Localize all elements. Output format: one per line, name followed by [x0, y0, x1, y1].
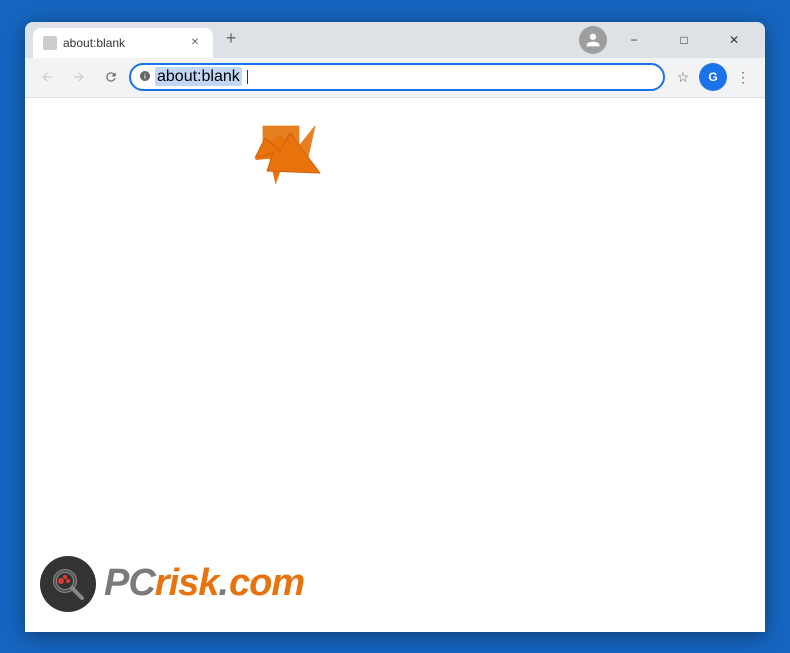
new-tab-button[interactable]: +: [217, 24, 245, 52]
address-text: about:blank: [155, 68, 248, 86]
page-content: PC risk . com: [25, 98, 765, 632]
browser-tab[interactable]: about:blank ✕: [33, 28, 213, 58]
forward-button[interactable]: [65, 63, 93, 91]
address-selected-text: about:blank: [155, 67, 242, 86]
chrome-menu-button[interactable]: ⋮: [729, 63, 757, 91]
address-bar[interactable]: about:blank: [129, 63, 665, 91]
pcrisk-branding: PC risk . com: [40, 556, 304, 612]
com-text: com: [229, 562, 304, 605]
dot-text: .: [218, 562, 229, 605]
tab-favicon: [43, 36, 57, 50]
google-account-button[interactable]: G: [699, 63, 727, 91]
brand-text: PC risk . com: [104, 562, 304, 605]
maximize-button[interactable]: □: [661, 26, 707, 54]
text-cursor: [247, 70, 248, 84]
minimize-button[interactable]: −: [611, 26, 657, 54]
nav-action-buttons: ☆ G ⋮: [669, 63, 757, 91]
info-icon: [139, 70, 151, 85]
browser-window: about:blank ✕ + − □ ✕: [25, 22, 765, 632]
title-bar: about:blank ✕ + − □ ✕: [25, 22, 765, 58]
pc-text: PC: [104, 562, 155, 605]
risk-text: risk: [155, 562, 219, 605]
profile-button[interactable]: [579, 26, 607, 54]
logo-circle: [40, 556, 96, 612]
window-controls: − □ ✕: [579, 26, 757, 58]
tab-label: about:blank: [63, 36, 181, 50]
tab-close-button[interactable]: ✕: [187, 35, 203, 51]
directional-arrow: [245, 113, 335, 208]
bookmark-button[interactable]: ☆: [669, 63, 697, 91]
reload-button[interactable]: [97, 63, 125, 91]
close-button[interactable]: ✕: [711, 26, 757, 54]
back-button[interactable]: [33, 63, 61, 91]
navigation-bar: about:blank ☆ G ⋮: [25, 58, 765, 98]
